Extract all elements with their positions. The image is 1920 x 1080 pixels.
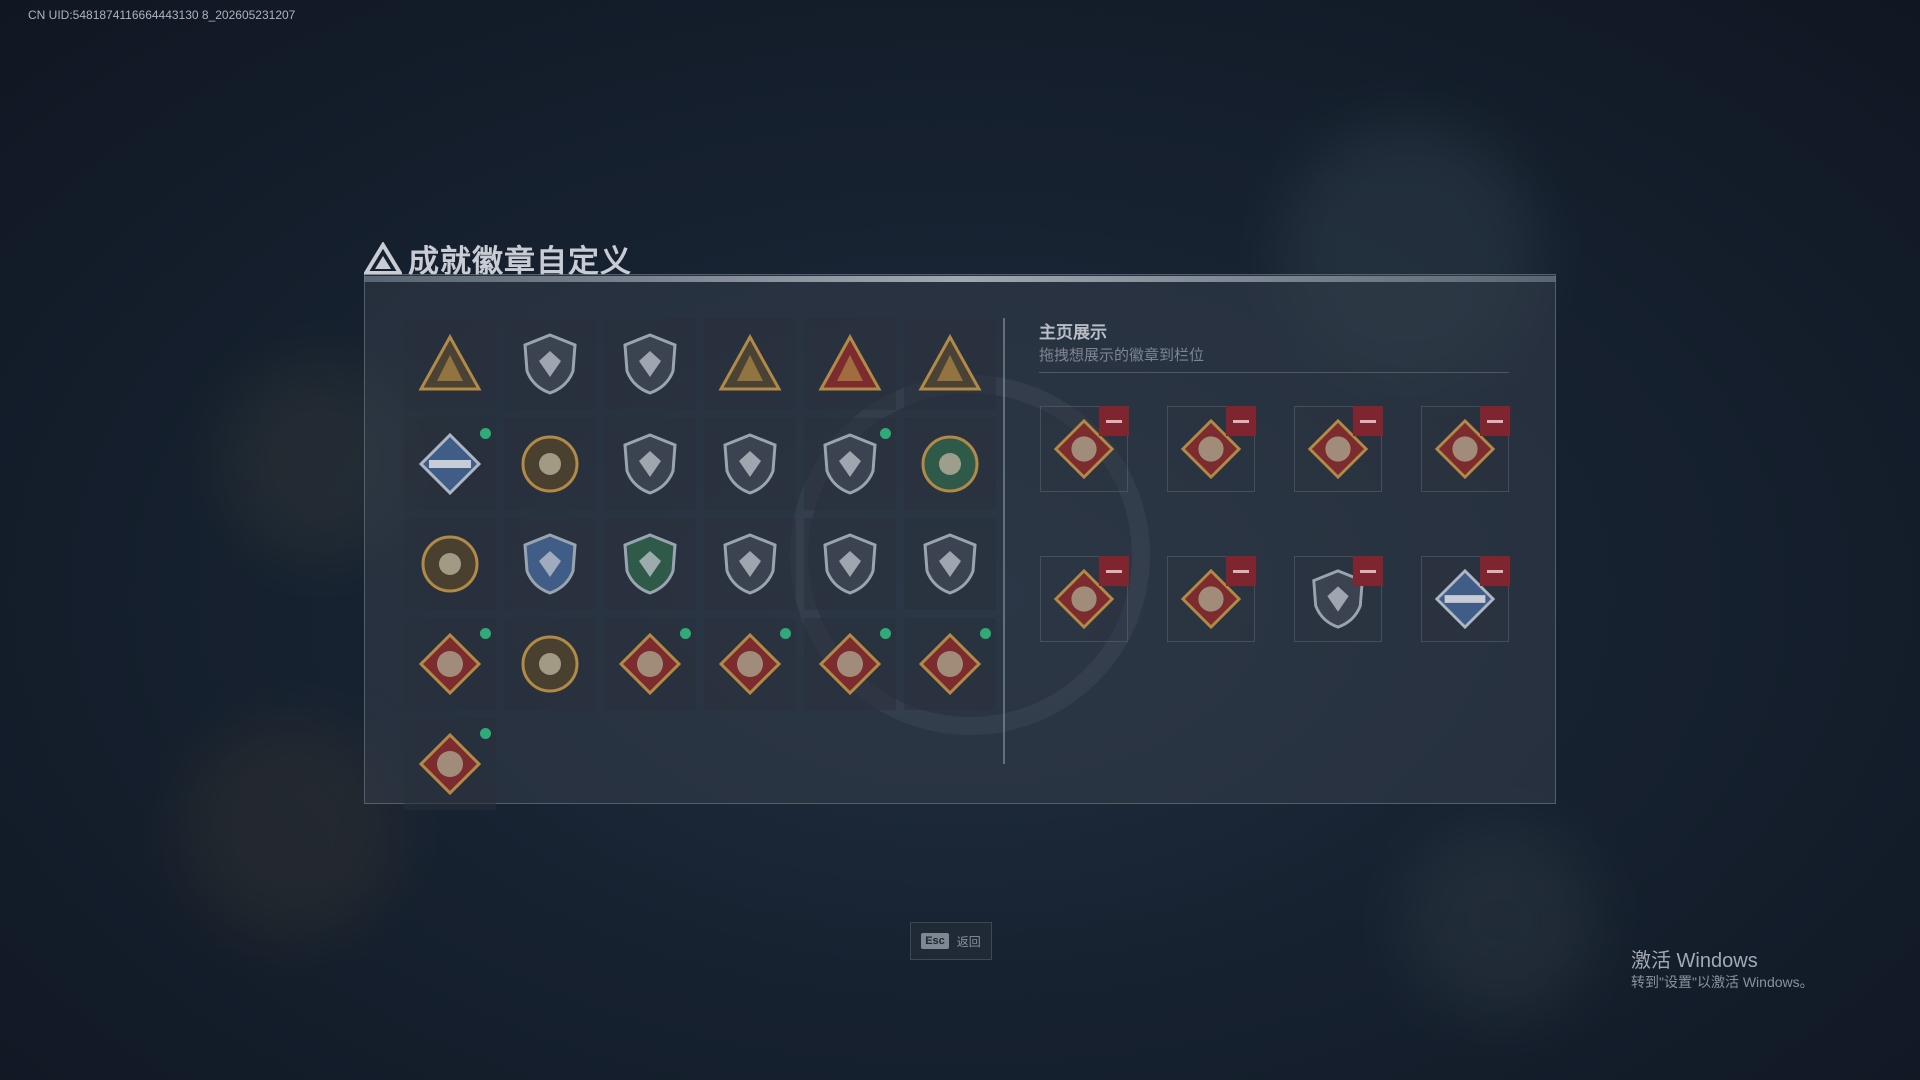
badge-slot-star-medal-badge[interactable] [504,418,596,510]
badge-slot-winged-medal-badge[interactable] [704,418,796,510]
badge-slot-soldiers-badge[interactable] [904,318,996,410]
badge-slot-jet-shield-badge[interactable] [604,318,696,410]
dinosaur-head-badge-icon [918,632,982,696]
showcase-slot-dragon-head-badge[interactable] [1421,406,1510,492]
badge-slot-blue-crosshair-shield-badge[interactable] [504,518,596,610]
showcase-separator [1039,372,1509,373]
badge-slot-rifle-shield-badge-2[interactable] [804,518,896,610]
minus-icon [1360,419,1376,423]
lion-shield-badge-icon [823,433,877,495]
runner-badge-icon [818,632,882,696]
remove-badge-button[interactable] [1480,406,1510,436]
esc-label: 返回 [956,934,981,949]
green-crosshair-shield-badge-icon [623,533,677,595]
shield-plane-badge-icon [623,433,677,495]
helicopter-badge-icon [523,333,577,395]
badge-slot-dragon-head-badge-2[interactable] [704,618,796,710]
panel-top-bar [364,276,1556,282]
badge-slot-helicopter-badge[interactable] [504,318,596,410]
badge-slot-number-one-badge[interactable] [804,318,896,410]
dragon-head-badge-icon [618,632,682,696]
esc-back-button[interactable]: Esc 返回 [910,922,992,960]
showcase-slot-rocket-launcher-badge[interactable] [1421,556,1510,642]
triangle-shield-badge-icon [418,333,482,391]
new-indicator-dot [680,628,691,639]
showcase-slot-lion-shield-badge[interactable] [1294,556,1383,642]
badge-slot-triangle-shield-badge[interactable] [404,318,496,410]
uid-text: CN UID:5481874116664443130 8_20260523120… [28,8,296,22]
new-indicator-dot [480,728,491,739]
badge-collection-grid [404,318,996,810]
wolf-head-badge-icon [418,632,482,696]
number-one-badge-icon [818,333,882,391]
showcase-slot-wolf-head-badge[interactable] [1294,406,1383,492]
minus-icon [1233,569,1249,573]
minus-icon [1233,419,1249,423]
soldiers-badge-icon [918,333,982,391]
fist-emblem-badge-icon [421,535,479,593]
badge-slot-hornet-hex-badge[interactable] [504,618,596,710]
minus-icon [1487,569,1503,573]
badge-slot-wolf-head-badge[interactable] [404,618,496,710]
jet-shield-badge-icon [623,333,677,395]
gold-triangle-badge-icon [718,333,782,391]
new-indicator-dot [880,628,891,639]
badge-slot-fist-emblem-badge[interactable] [404,518,496,610]
showcase-slot-dinosaur-head-badge[interactable] [1167,406,1256,492]
badge-slot-gold-triangle-badge[interactable] [704,318,796,410]
windows-activation-subtitle: 转到"设置"以激活 Windows。 [1631,974,1814,990]
showcase-subtitle: 拖拽想展示的徽章到栏位 [1039,347,1205,364]
minus-icon [1360,569,1376,573]
winged-medal-badge-icon [723,433,777,495]
showcase-slot-dragon-head-badge-2[interactable] [1040,556,1129,642]
minus-icon [1487,419,1503,423]
remove-badge-button[interactable] [1099,406,1129,436]
minus-icon [1106,419,1122,423]
showcase-title: 主页展示 [1039,323,1107,342]
wheel-badge-icon [418,732,482,796]
blue-crosshair-shield-badge-icon [523,533,577,595]
remove-badge-button[interactable] [1099,556,1129,586]
remove-badge-button[interactable] [1353,406,1383,436]
new-indicator-dot [780,628,791,639]
badge-slot-green-crosshair-shield-badge[interactable] [604,518,696,610]
badge-slot-crossed-rifles-gold-badge[interactable] [904,518,996,610]
rifle-shield-badge-icon [723,533,777,595]
remove-badge-button[interactable] [1226,556,1256,586]
badge-slot-skull-target-badge[interactable] [904,418,996,510]
showcase-slot-wheel-badge[interactable] [1040,406,1129,492]
badge-slot-rifle-shield-badge[interactable] [704,518,796,610]
new-indicator-dot [480,628,491,639]
windows-activation-title: 激活 Windows [1631,950,1758,972]
panel-divider [1003,318,1005,764]
badge-slot-shield-plane-badge[interactable] [604,418,696,510]
triangle-logo-icon [364,241,402,275]
badge-slot-wheel-badge[interactable] [404,718,496,810]
remove-badge-button[interactable] [1226,406,1256,436]
new-indicator-dot [880,428,891,439]
dragon-head-badge-2-icon [718,632,782,696]
minus-icon [1106,569,1122,573]
badge-slot-rocket-launcher-badge[interactable] [404,418,496,510]
rifle-shield-badge-2-icon [823,533,877,595]
badge-slot-dinosaur-head-badge[interactable] [904,618,996,710]
showcase-slot-runner-badge[interactable] [1167,556,1256,642]
remove-badge-button[interactable] [1480,556,1510,586]
remove-badge-button[interactable] [1353,556,1383,586]
new-indicator-dot [480,428,491,439]
badge-slot-runner-badge[interactable] [804,618,896,710]
badge-slot-lion-shield-badge[interactable] [804,418,896,510]
rocket-launcher-badge-icon [418,432,482,496]
crossed-rifles-gold-badge-icon [923,533,977,595]
new-indicator-dot [980,628,991,639]
esc-key-icon: Esc [921,933,949,949]
badge-slot-dragon-head-badge[interactable] [604,618,696,710]
star-medal-badge-icon [521,435,579,493]
showcase-slots [1040,406,1510,642]
hornet-hex-badge-icon [521,635,579,693]
skull-target-badge-icon [921,435,979,493]
